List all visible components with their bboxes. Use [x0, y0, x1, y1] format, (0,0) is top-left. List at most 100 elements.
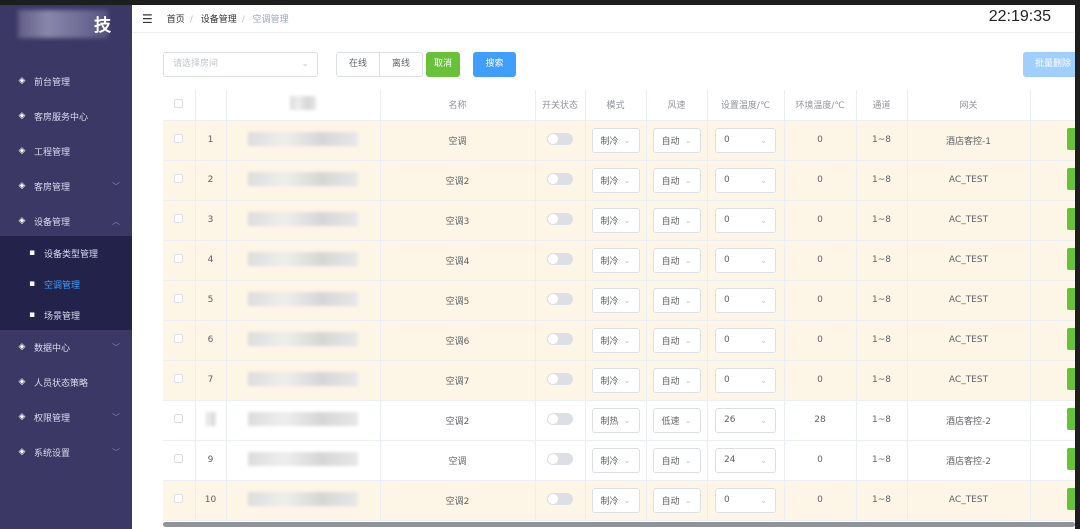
- power-switch[interactable]: [547, 372, 573, 385]
- set-temp-select[interactable]: 0 ⌄: [715, 207, 776, 233]
- table-row: 4 空调4 制冷 ⌄ 自动 ⌄ 0 ⌄ 0 1~8 AC_TEST: [163, 240, 1075, 281]
- row-checkbox[interactable]: [174, 214, 184, 223]
- select-all[interactable]: [163, 90, 196, 121]
- edit-button[interactable]: [1066, 327, 1074, 350]
- set-temp-select[interactable]: 0 ⌄: [715, 247, 776, 273]
- set-temp-select[interactable]: 0 ⌄: [715, 167, 776, 193]
- sidebar-item-label: 权限管理: [34, 413, 71, 424]
- power-switch[interactable]: [547, 332, 573, 345]
- set-temp-select[interactable]: 0 ⌄: [715, 287, 776, 313]
- row-name: 空调3: [380, 200, 536, 241]
- chevron-up-icon: ︿: [112, 216, 120, 226]
- horizontal-scrollbar[interactable]: [163, 522, 1075, 527]
- mode-select[interactable]: 制冷 ⌄: [591, 447, 640, 473]
- chevron-down-icon: ⌄: [623, 295, 631, 305]
- cancel-button[interactable]: 取消: [426, 52, 460, 77]
- chevron-down-icon: ⌄: [684, 495, 692, 505]
- edit-button[interactable]: [1066, 127, 1074, 150]
- edit-button[interactable]: [1066, 447, 1074, 470]
- set-temp-select[interactable]: 0 ⌄: [715, 327, 776, 353]
- power-switch[interactable]: [547, 292, 573, 305]
- search-button[interactable]: 搜索: [473, 52, 516, 77]
- speed-select[interactable]: 自动 ⌄: [652, 247, 701, 273]
- room-blurred: [226, 240, 381, 281]
- mode-select[interactable]: 制冷 ⌄: [591, 327, 640, 353]
- batch-delete-button[interactable]: 批量删除: [1023, 52, 1075, 77]
- mode-select[interactable]: 制冷 ⌄: [591, 247, 640, 273]
- row-checkbox[interactable]: [174, 414, 184, 423]
- sidebar-item[interactable]: ▪ 场景管理: [0, 298, 132, 332]
- sidebar-item[interactable]: ◈ 工程管理: [0, 134, 132, 168]
- row-checkbox[interactable]: [174, 494, 184, 503]
- mode-select[interactable]: 制热 ⌄: [591, 407, 640, 433]
- edit-button[interactable]: [1066, 207, 1074, 230]
- mode-select[interactable]: 制冷 ⌄: [591, 207, 640, 233]
- power-switch[interactable]: [547, 492, 573, 505]
- speed-select[interactable]: 低速 ⌄: [652, 407, 701, 433]
- gateway: 酒店客控-2: [907, 440, 1031, 481]
- speed-select[interactable]: 自动 ⌄: [652, 287, 701, 313]
- power-switch[interactable]: [547, 172, 573, 185]
- set-temp-select[interactable]: 0 ⌄: [715, 367, 776, 393]
- gateway: AC_TEST: [907, 200, 1031, 241]
- room-select[interactable]: 请选择房间 ⌄: [163, 52, 318, 77]
- edit-button[interactable]: [1066, 287, 1074, 310]
- sidebar-item[interactable]: ◈ 前台管理: [0, 64, 132, 98]
- sidebar-item[interactable]: ◈ 权限管理 ﹀: [0, 400, 132, 434]
- power-switch[interactable]: [547, 212, 573, 225]
- sidebar-item[interactable]: ◈ 系统设置 ﹀: [0, 435, 132, 469]
- sidebar-item[interactable]: ◈ 设备管理 ︿: [0, 204, 132, 238]
- edit-button[interactable]: [1066, 407, 1074, 430]
- mode-select[interactable]: 制冷 ⌄: [591, 127, 640, 153]
- row-checkbox[interactable]: [174, 454, 184, 463]
- channel: 1~8: [856, 360, 908, 401]
- power-switch[interactable]: [547, 452, 573, 465]
- speed-select[interactable]: 自动 ⌄: [652, 367, 701, 393]
- sidebar-item[interactable]: ▪ 空调管理: [0, 267, 132, 301]
- room-blurred: [226, 280, 381, 321]
- chevron-down-icon: ⌄: [623, 215, 631, 225]
- offline-button[interactable]: 离线: [379, 52, 423, 77]
- power-switch[interactable]: [547, 412, 573, 425]
- row-checkbox[interactable]: [174, 294, 184, 303]
- breadcrumb-home[interactable]: 首页: [167, 15, 185, 25]
- sidebar-item[interactable]: ◈ 人员状态策略: [0, 365, 132, 399]
- row-checkbox[interactable]: [174, 374, 184, 383]
- speed-select[interactable]: 自动 ⌄: [652, 487, 701, 513]
- speed-select[interactable]: 自动 ⌄: [652, 127, 701, 153]
- sidebar-item[interactable]: ▪ 设备类型管理: [0, 236, 132, 270]
- sidebar-item-label: 人员状态策略: [34, 378, 89, 389]
- sidebar-item-label: 系统设置: [34, 448, 71, 459]
- speed-select[interactable]: 自动 ⌄: [652, 327, 701, 353]
- speed-select[interactable]: 自动 ⌄: [652, 447, 701, 473]
- row-checkbox[interactable]: [174, 134, 184, 143]
- row-checkbox[interactable]: [174, 174, 184, 183]
- mode-select[interactable]: 制冷 ⌄: [591, 487, 640, 513]
- edit-button[interactable]: [1066, 247, 1074, 270]
- power-switch[interactable]: [547, 252, 573, 265]
- row-name: 空调6: [380, 320, 536, 361]
- chevron-down-icon: ⌄: [623, 495, 631, 505]
- sidebar-item[interactable]: ◈ 客房服务中心: [0, 99, 132, 133]
- edit-button[interactable]: [1066, 487, 1074, 510]
- sidebar-item[interactable]: ◈ 客房管理 ﹀: [0, 169, 132, 203]
- speed-select[interactable]: 自动 ⌄: [652, 167, 701, 193]
- set-temp-select[interactable]: 24 ⌄: [715, 447, 776, 473]
- mode-select[interactable]: 制冷 ⌄: [591, 287, 640, 313]
- edit-button[interactable]: [1066, 167, 1074, 190]
- breadcrumb-device[interactable]: 设备管理: [201, 15, 237, 25]
- mode-select[interactable]: 制冷 ⌄: [591, 367, 640, 393]
- set-temp-select[interactable]: 0 ⌄: [715, 487, 776, 513]
- chevron-down-icon: ⌄: [684, 335, 692, 345]
- online-button[interactable]: 在线: [336, 52, 380, 77]
- row-checkbox[interactable]: [174, 334, 184, 343]
- mode-select[interactable]: 制冷 ⌄: [591, 167, 640, 193]
- speed-select[interactable]: 自动 ⌄: [652, 207, 701, 233]
- set-temp-select[interactable]: 0 ⌄: [715, 127, 776, 153]
- sidebar-item[interactable]: ◈ 数据中心 ﹀: [0, 330, 132, 364]
- edit-button[interactable]: [1066, 367, 1074, 390]
- set-temp-select[interactable]: 26 ⌄: [715, 407, 776, 433]
- menu-toggle-icon[interactable]: ☰: [142, 12, 153, 26]
- power-switch[interactable]: [547, 132, 573, 145]
- row-checkbox[interactable]: [174, 254, 184, 263]
